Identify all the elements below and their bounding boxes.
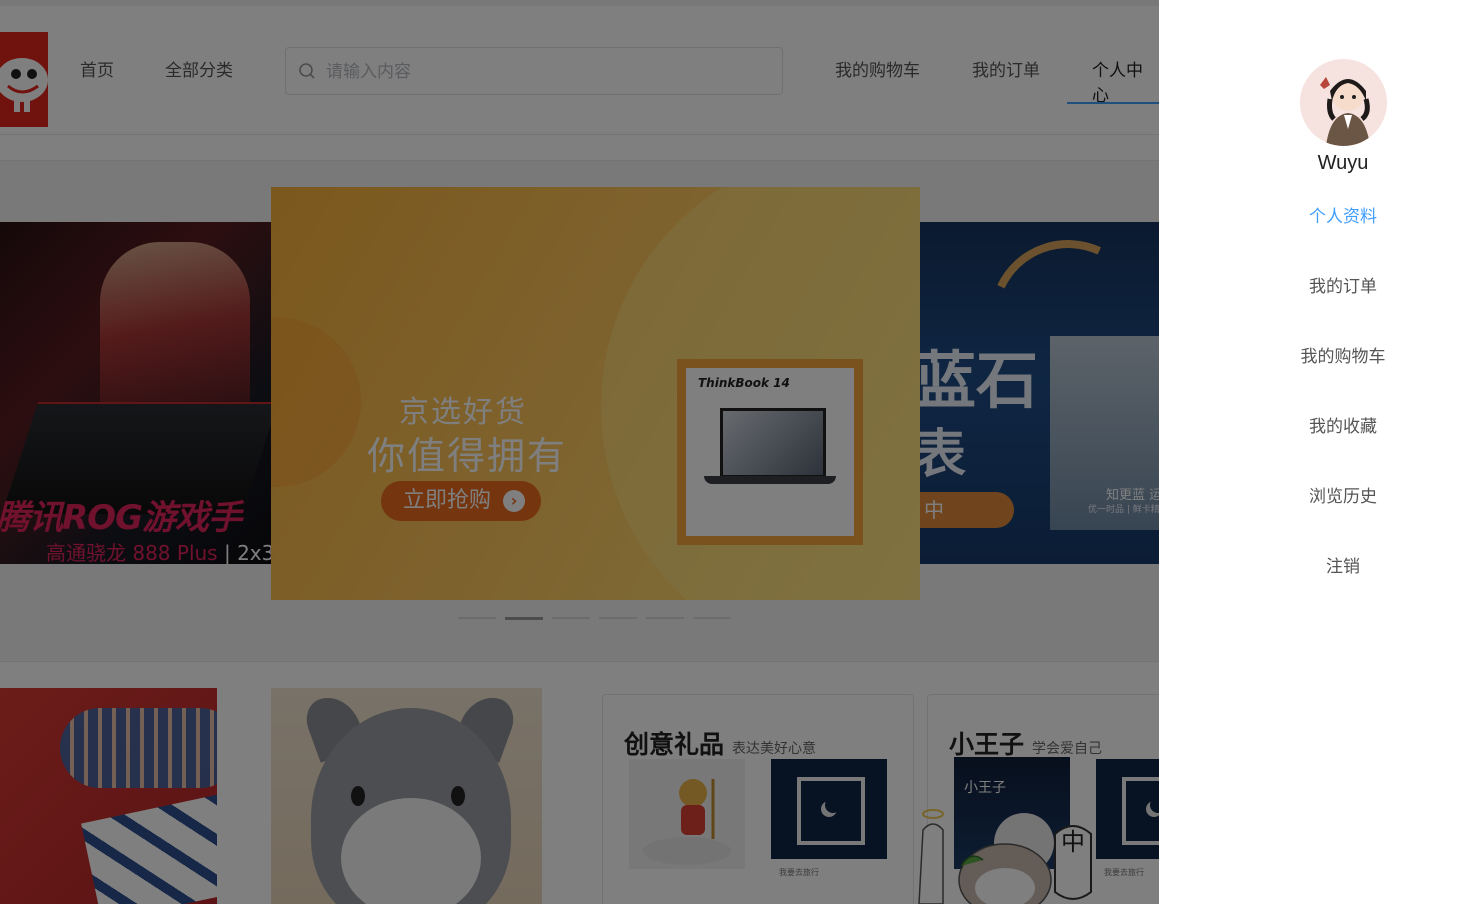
menu-profile[interactable]: 个人资料 <box>1159 202 1482 227</box>
menu-history[interactable]: 浏览历史 <box>1159 482 1482 507</box>
modal-overlay[interactable] <box>0 0 1159 904</box>
menu-logout[interactable]: 注销 <box>1159 552 1482 577</box>
user-avatar[interactable] <box>1300 59 1387 146</box>
menu-favorites[interactable]: 我的收藏 <box>1159 412 1482 437</box>
main-page: 首页 全部分类 我的购物车 我的订单 个人中心 腾讯ROG游戏手 高通骁龙 88… <box>0 0 1159 904</box>
user-drawer: Wuyu 个人资料 我的订单 我的购物车 我的收藏 浏览历史 注销 <box>1159 0 1482 904</box>
username: Wuyu <box>1317 152 1369 174</box>
menu-cart[interactable]: 我的购物车 <box>1159 342 1482 367</box>
menu-orders[interactable]: 我的订单 <box>1159 272 1482 297</box>
